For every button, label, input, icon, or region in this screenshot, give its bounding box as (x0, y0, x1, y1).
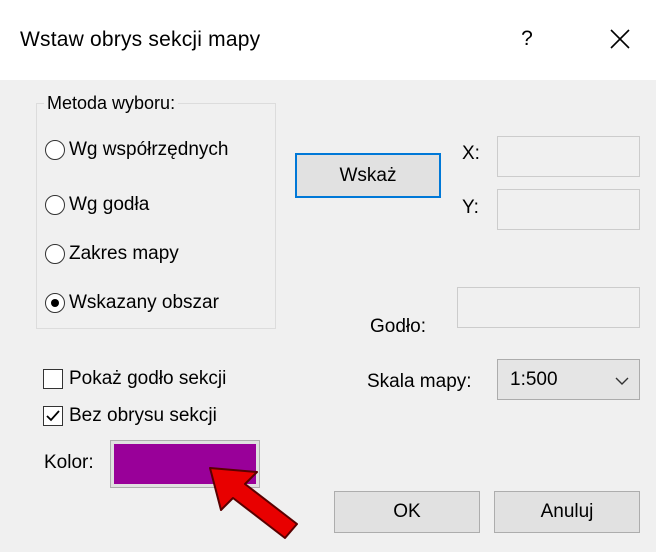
ok-button[interactable]: OK (334, 491, 480, 533)
cancel-button[interactable]: Anuluj (494, 491, 640, 533)
radio-button-circle-checked[interactable] (45, 293, 65, 313)
no-outline-checkbox[interactable]: Bez obrysu sekcji (43, 405, 217, 427)
checkbox-box[interactable] (43, 369, 63, 389)
radio-button-circle[interactable] (45, 195, 65, 215)
x-label: X: (462, 143, 480, 164)
radio-button-circle[interactable] (45, 140, 65, 160)
title-bar: Wstaw obrys sekcji mapy ? (0, 0, 656, 80)
scale-label: Skala mapy: (367, 371, 472, 392)
red-pointer-arrow-icon (209, 467, 298, 539)
chevron-down-icon (615, 372, 629, 394)
radio-label: Zakres mapy (69, 243, 179, 264)
checkbox-label: Pokaż godło sekcji (69, 368, 227, 389)
y-field[interactable] (497, 189, 640, 230)
close-icon (610, 29, 630, 49)
radio-wg-godla[interactable]: Wg godła (45, 194, 149, 216)
check-mark-icon (46, 410, 60, 422)
checkbox-box-checked[interactable] (43, 406, 63, 426)
radio-wskazany-obszar[interactable]: Wskazany obszar (45, 292, 219, 314)
radio-button-circle[interactable] (45, 244, 65, 264)
radio-zakres-mapy[interactable]: Zakres mapy (45, 243, 179, 265)
radio-label: Wg współrzędnych (69, 139, 229, 160)
godlo-label: Godło: (370, 316, 426, 337)
close-button[interactable] (600, 22, 640, 56)
radio-wg-wspolrzednych[interactable]: Wg współrzędnych (45, 139, 228, 161)
godlo-field[interactable] (457, 287, 640, 328)
x-field[interactable] (497, 136, 640, 177)
radio-label: Wskazany obszar (69, 292, 219, 313)
help-button[interactable]: ? (512, 22, 542, 56)
dialog-title: Wstaw obrys sekcji mapy (20, 28, 261, 51)
color-label: Kolor: (44, 452, 94, 473)
show-godlo-checkbox[interactable]: Pokaż godło sekcji (43, 368, 226, 390)
radio-label: Wg godła (69, 194, 150, 215)
method-group-legend: Metoda wyboru: (44, 93, 179, 114)
scale-select-value: 1:500 (510, 369, 558, 390)
y-label: Y: (462, 197, 479, 218)
checkbox-label: Bez obrysu sekcji (69, 405, 217, 426)
scale-select[interactable]: 1:500 (497, 359, 640, 400)
wskaz-button[interactable]: Wskaż (295, 153, 441, 198)
